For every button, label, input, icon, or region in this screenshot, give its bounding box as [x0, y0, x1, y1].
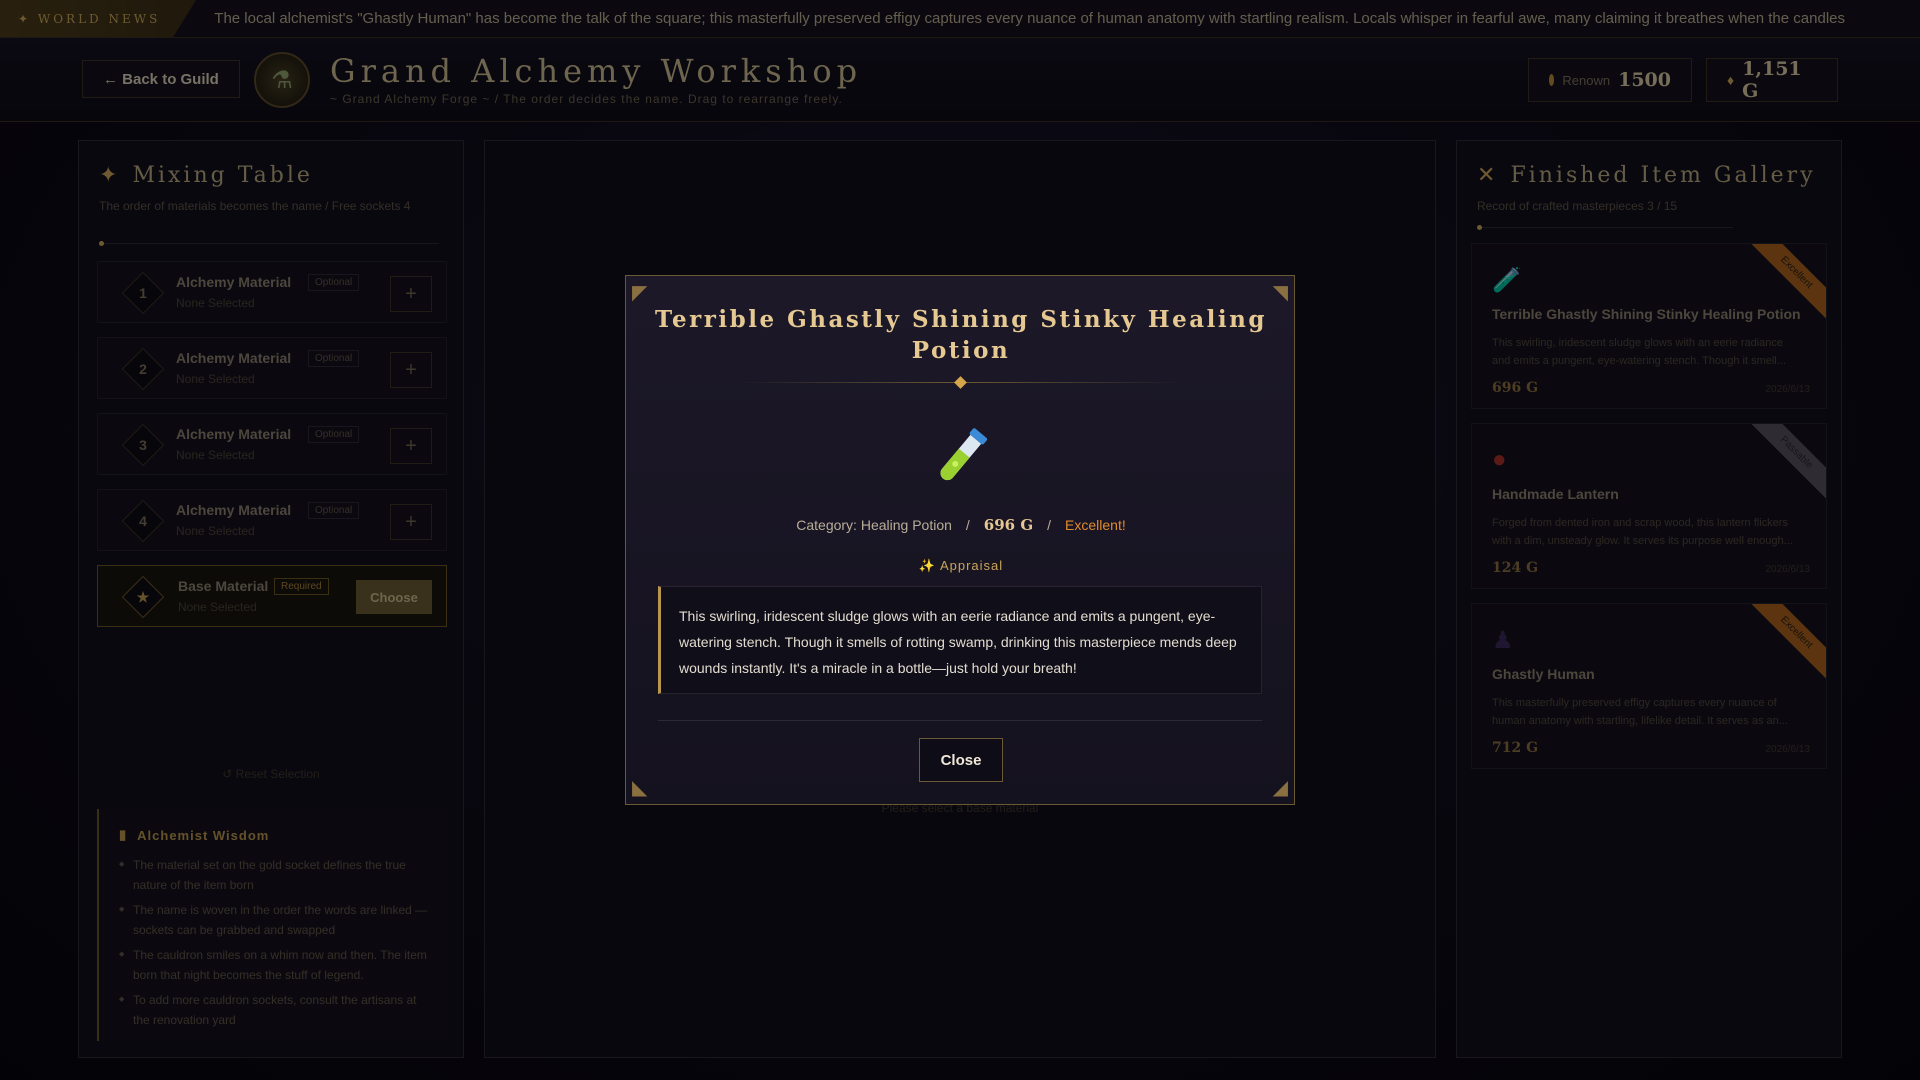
- corner-ornament: ◢: [1272, 777, 1288, 799]
- close-button[interactable]: Close: [919, 738, 1003, 782]
- item-meta: Category: Healing Potion / 696 G / Excel…: [626, 516, 1296, 534]
- item-category: Category: Healing Potion: [796, 517, 952, 533]
- modal-title: Terrible Ghastly Shining Stinky Healing …: [655, 306, 1267, 364]
- item-grade: Excellent!: [1065, 517, 1126, 533]
- appraisal-label: ✨ Appraisal: [918, 558, 1004, 573]
- modal-separator: [658, 720, 1262, 721]
- divider-gem: [954, 376, 967, 389]
- appraisal-text: This swirling, iridescent sludge glows w…: [658, 586, 1262, 694]
- potion-icon: [940, 428, 988, 481]
- meta-separator: /: [1047, 517, 1052, 533]
- corner-ornament: ◥: [1272, 282, 1288, 304]
- corner-ornament: ◤: [632, 282, 648, 304]
- item-price: 696 G: [983, 516, 1034, 534]
- meta-separator: /: [965, 517, 970, 533]
- corner-ornament: ◣: [632, 777, 648, 799]
- result-modal: ◤ ◥ ◣ ◢ Terrible Ghastly Shining Stinky …: [625, 275, 1295, 805]
